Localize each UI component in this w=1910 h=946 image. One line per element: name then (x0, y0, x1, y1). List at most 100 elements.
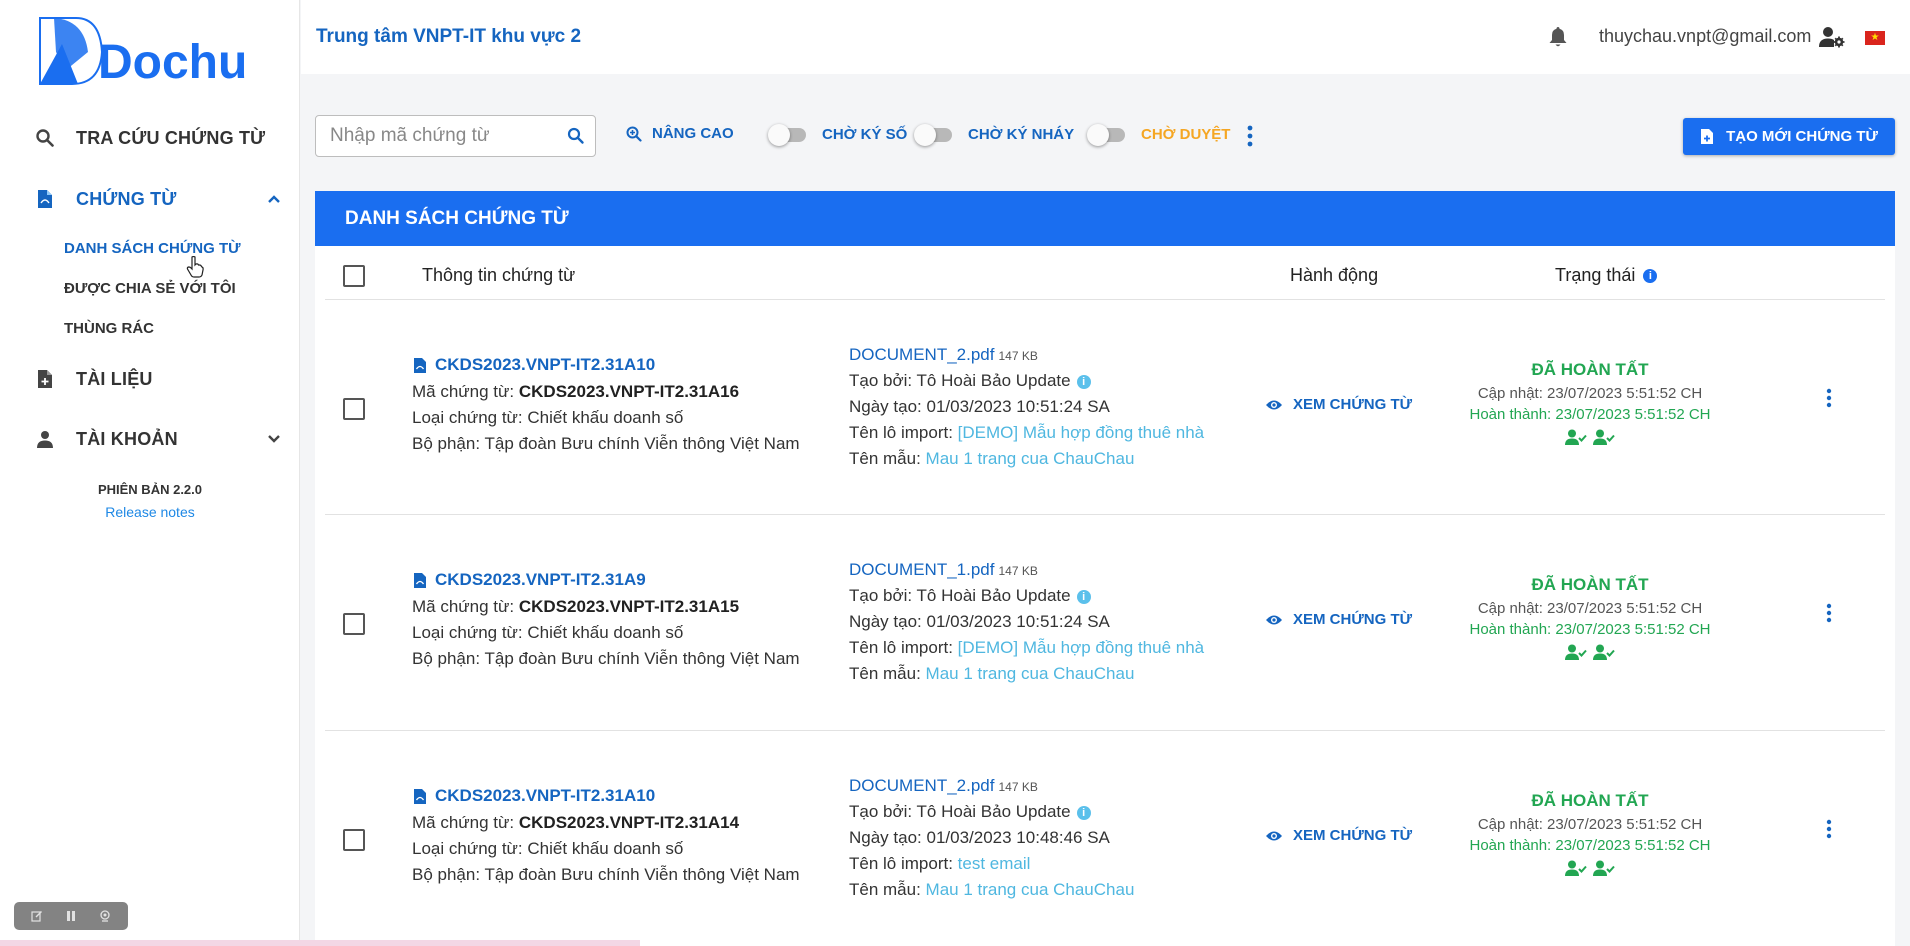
template-link[interactable]: Mau 1 trang cua ChauChau (926, 664, 1135, 683)
user-check-icon[interactable] (1593, 429, 1615, 445)
advanced-search-label: NÂNG CAO (652, 125, 734, 142)
select-all-checkbox[interactable] (343, 265, 365, 287)
department-line: Bộ phận: Tập đoàn Bưu chính Viễn thông V… (412, 434, 800, 453)
toggle-switch[interactable] (768, 123, 806, 146)
vietnam-flag-icon[interactable]: ★ (1865, 31, 1885, 45)
user-settings-icon[interactable] (1819, 26, 1845, 48)
file-name-link[interactable]: DOCUMENT_2.pdf (849, 776, 994, 795)
toggle-waiting-initial-sign-label: CHỜ KÝ NHÁY (968, 126, 1075, 143)
recorder-progress-bar (0, 940, 640, 946)
search-icon (34, 127, 56, 149)
info-icon[interactable]: i (1076, 589, 1091, 604)
view-document-button[interactable]: XEM CHỨNG TỪ (1265, 611, 1412, 628)
info-icon[interactable]: i (1076, 374, 1091, 389)
document-code-line: Mã chứng từ: CKDS2023.VNPT-IT2.31A15 (412, 597, 740, 616)
completed-line: Hoàn thành: 23/07/2023 5:51:52 CH (1469, 621, 1711, 638)
template-line: Tên mẫu: Mau 1 trang cua ChauChau (849, 880, 1135, 899)
document-title: CKDS2023.VNPT-IT2.31A10 (435, 355, 656, 374)
row-checkbox[interactable] (343, 613, 365, 635)
webcam-icon[interactable] (98, 909, 112, 923)
created-at-line: Ngày tạo: 01/03/2023 10:48:46 SA (849, 828, 1110, 847)
toggle-switch[interactable] (914, 123, 952, 146)
import-batch-link[interactable]: [DEMO] Mẫu hợp đồng thuê nhà (958, 423, 1204, 442)
advanced-search-button[interactable]: NÂNG CAO (626, 125, 734, 142)
user-email[interactable]: thuychau.vnpt@gmail.com (1599, 26, 1811, 47)
template-line: Tên mẫu: Mau 1 trang cua ChauChau (849, 664, 1135, 683)
document-code-value: CKDS2023.VNPT-IT2.31A15 (518, 597, 740, 616)
sub-document-list[interactable]: DANH SÁCH CHỨNG TỪ (64, 240, 241, 257)
document-title: CKDS2023.VNPT-IT2.31A10 (435, 786, 656, 805)
sub-trash[interactable]: THÙNG RÁC (64, 320, 154, 337)
version-label: PHIÊN BẢN 2.2.0 (97, 482, 203, 497)
screen-recorder-toolbar (14, 902, 128, 930)
department-line: Bộ phận: Tập đoàn Bưu chính Viễn thông V… (412, 649, 800, 668)
table-row: CKDS2023.VNPT-IT2.31A10 Mã chứng từ: CKD… (315, 731, 1895, 946)
info-icon[interactable]: i (1643, 268, 1658, 283)
file-size: 147 KB (998, 349, 1038, 363)
document-type-value: Chiết khấu doanh số (527, 839, 684, 858)
info-icon[interactable]: i (1076, 805, 1091, 820)
file-name-link[interactable]: DOCUMENT_2.pdf (849, 345, 994, 364)
toggle-waiting-initial-sign[interactable]: CHỜ KÝ NHÁY (914, 123, 1075, 146)
toggle-switch[interactable] (1087, 123, 1125, 146)
document-type-value: Chiết khấu doanh số (527, 408, 684, 427)
dochub-logo[interactable]: Dochub (36, 14, 277, 89)
nav-lookup[interactable]: TRA CỨU CHỨNG TỪ (0, 118, 300, 158)
chevron-down-icon[interactable] (266, 431, 282, 447)
user-check-icon[interactable] (1565, 429, 1587, 445)
more-options-icon[interactable] (1242, 124, 1258, 148)
zoom-in-icon (626, 126, 642, 142)
document-title: CKDS2023.VNPT-IT2.31A9 (435, 570, 646, 589)
nav-files[interactable]: TÀI LIỆU (0, 359, 300, 399)
top-header: Trung tâm VNPT-IT khu vực 2 thuychau.vnp… (301, 0, 1910, 74)
toggle-waiting-approval[interactable]: CHỜ DUYỆT (1087, 123, 1231, 146)
edit-icon[interactable] (30, 909, 44, 923)
signer-status-icons (1445, 429, 1735, 445)
document-code-line: Mã chứng từ: CKDS2023.VNPT-IT2.31A14 (412, 813, 740, 832)
chevron-up-icon[interactable] (266, 191, 282, 207)
view-document-button[interactable]: XEM CHỨNG TỪ (1265, 827, 1412, 844)
row-checkbox[interactable] (343, 398, 365, 420)
organization-title: Trung tâm VNPT-IT khu vực 2 (316, 26, 582, 47)
sub-shared-with-me[interactable]: ĐƯỢC CHIA SẺ VỚI TÔI (64, 280, 236, 297)
created-by-value: Tô Hoài Bảo Update (916, 802, 1071, 821)
pause-icon[interactable] (64, 909, 78, 923)
toggle-waiting-digital-sign[interactable]: CHỜ KÝ SỐ (768, 123, 907, 146)
updated-line: Cập nhật: 23/07/2023 5:51:52 CH (1477, 385, 1703, 402)
row-more-options-icon[interactable] (1822, 602, 1836, 624)
file-size: 147 KB (998, 780, 1038, 794)
toggle-waiting-approval-label: CHỜ DUYỆT (1141, 126, 1231, 143)
user-check-icon[interactable] (1593, 644, 1615, 660)
created-by-value: Tô Hoài Bảo Update (916, 371, 1071, 390)
column-header-action: Hành động (1290, 265, 1379, 285)
nav-documents[interactable]: CHỨNG TỪ (0, 179, 300, 219)
release-notes-link[interactable]: Release notes (0, 504, 300, 520)
user-check-icon[interactable] (1593, 860, 1615, 876)
row-checkbox[interactable] (343, 829, 365, 851)
search-icon[interactable] (567, 127, 585, 145)
pdf-file-icon (414, 572, 426, 588)
pdf-file-icon (414, 357, 426, 373)
import-batch-link[interactable]: test email (958, 854, 1031, 873)
import-batch-link[interactable]: [DEMO] Mẫu hợp đồng thuê nhà (958, 638, 1204, 657)
file-name-link[interactable]: DOCUMENT_1.pdf (849, 560, 994, 579)
template-link[interactable]: Mau 1 trang cua ChauChau (926, 880, 1135, 899)
document-title-link[interactable]: CKDS2023.VNPT-IT2.31A10 (413, 786, 655, 806)
file-line: DOCUMENT_1.pdf 147 KB (849, 560, 1038, 580)
bell-icon[interactable] (1548, 26, 1568, 48)
view-document-button[interactable]: XEM CHỨNG TỪ (1265, 396, 1412, 413)
row-more-options-icon[interactable] (1822, 818, 1836, 840)
document-title-link[interactable]: CKDS2023.VNPT-IT2.31A9 (413, 570, 646, 590)
created-by-line: Tạo bởi: Tô Hoài Bảo Update i (849, 802, 1091, 822)
document-code-search-input[interactable] (330, 124, 560, 148)
nav-files-label: TÀI LIỆU (76, 368, 153, 389)
pdf-file-icon (414, 788, 426, 804)
document-code-value: CKDS2023.VNPT-IT2.31A14 (518, 813, 740, 832)
user-check-icon[interactable] (1565, 644, 1587, 660)
row-more-options-icon[interactable] (1822, 387, 1836, 409)
document-title-link[interactable]: CKDS2023.VNPT-IT2.31A10 (413, 355, 655, 375)
create-document-button[interactable]: TẠO MỚI CHỨNG TỪ (1683, 118, 1895, 155)
template-link[interactable]: Mau 1 trang cua ChauChau (926, 449, 1135, 468)
nav-account[interactable]: TÀI KHOẢN (0, 419, 300, 459)
user-check-icon[interactable] (1565, 860, 1587, 876)
